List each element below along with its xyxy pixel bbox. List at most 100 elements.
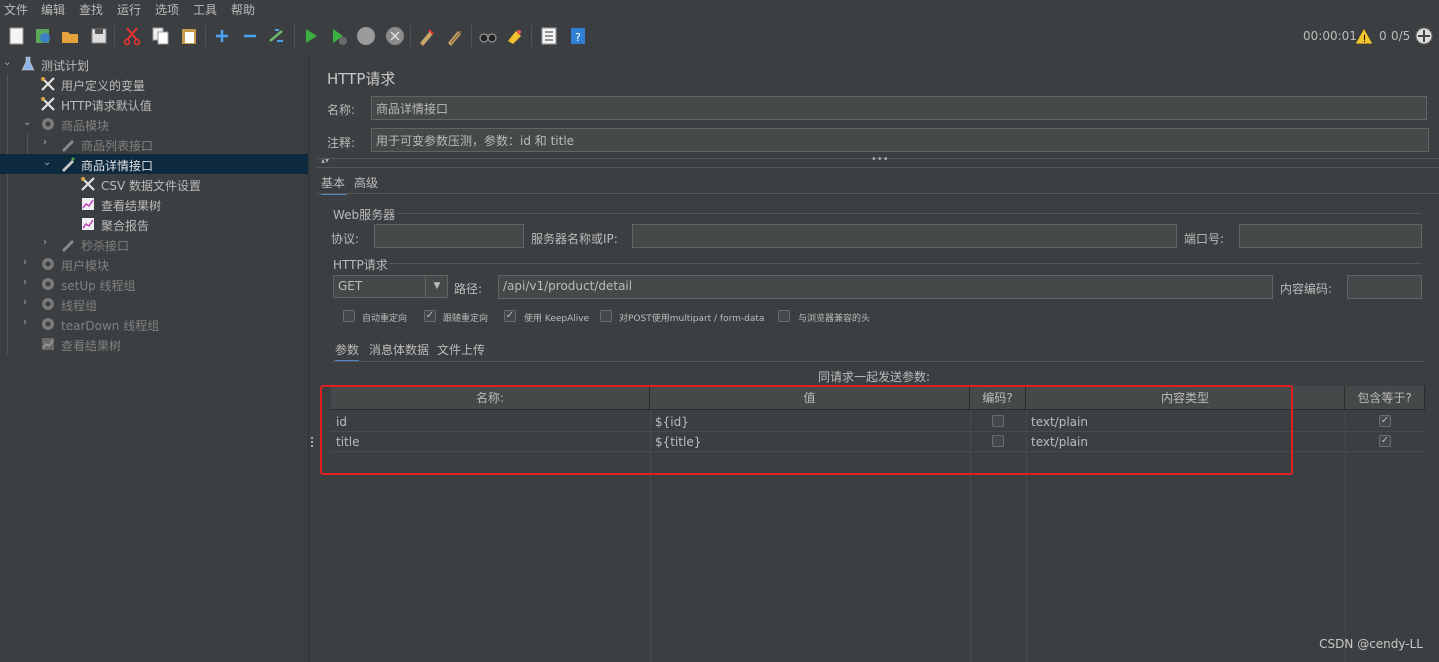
- column-header-value[interactable]: 值: [650, 386, 970, 410]
- tree-node-csv-config[interactable]: CSV 数据文件设置: [0, 174, 308, 194]
- warning-icon[interactable]: !: [1354, 26, 1374, 46]
- chevron-down-icon[interactable]: ⌄: [3, 58, 13, 68]
- menu-options[interactable]: 选项: [155, 1, 179, 18]
- encode-checkbox[interactable]: [992, 415, 1004, 427]
- collapse-bar[interactable]: ▴▾ •••: [317, 154, 1439, 168]
- table-cell-content-type[interactable]: text/plain: [1026, 432, 1345, 452]
- chevron-down-icon[interactable]: ▼: [425, 276, 448, 297]
- keepalive-checkbox[interactable]: ✓: [504, 310, 516, 322]
- table-cell-content-type[interactable]: text/plain: [1026, 412, 1345, 432]
- tab-advanced[interactable]: 高级: [354, 174, 378, 191]
- tree-node-thread-group[interactable]: › 线程组: [0, 294, 308, 314]
- table-cell-value[interactable]: ${id}: [650, 412, 970, 432]
- chevron-right-icon[interactable]: ›: [23, 278, 33, 288]
- column-header-content-type[interactable]: 内容类型: [1026, 386, 1345, 410]
- tree-node-product-module[interactable]: ⌄ 商品模块: [0, 114, 308, 134]
- shutdown-icon[interactable]: [385, 26, 405, 46]
- tree-node-user-module[interactable]: › 用户模块: [0, 254, 308, 274]
- tree-node-view-results-tree[interactable]: 查看结果树: [0, 194, 308, 214]
- help-icon[interactable]: ?: [568, 26, 588, 46]
- menu-edit[interactable]: 编辑: [41, 1, 65, 18]
- copy-icon[interactable]: [151, 26, 171, 46]
- subtab-parameters[interactable]: 参数: [335, 341, 360, 362]
- tree-node-product-list-api[interactable]: › 商品列表接口: [0, 134, 308, 154]
- encoding-input[interactable]: [1347, 275, 1422, 299]
- clear-icon[interactable]: [417, 26, 437, 46]
- start-icon[interactable]: [301, 26, 321, 46]
- tree-node-aggregate-report[interactable]: 聚合报告: [0, 214, 308, 234]
- search-icon[interactable]: [478, 26, 498, 46]
- tree-node-test-plan[interactable]: ⌄ 测试计划: [0, 54, 308, 74]
- remove-icon[interactable]: [240, 26, 260, 46]
- drag-handle-icon[interactable]: •••: [871, 154, 889, 165]
- collapse-arrows-icon[interactable]: ▴▾: [321, 156, 329, 165]
- method-value: GET: [338, 279, 363, 293]
- tree-node-view-results-tree-disabled[interactable]: 查看结果树: [0, 334, 308, 354]
- chevron-right-icon[interactable]: ›: [43, 238, 53, 248]
- stop-icon[interactable]: [356, 26, 376, 46]
- browser-headers-checkbox[interactable]: [778, 310, 790, 322]
- subtab-files-upload[interactable]: 文件上传: [437, 341, 485, 358]
- protocol-input[interactable]: [374, 224, 524, 248]
- tree-label: HTTP请求默认值: [61, 99, 152, 113]
- warning-count: 0: [1379, 29, 1387, 43]
- table-cell-name[interactable]: title: [331, 432, 650, 452]
- keepalive-label: 使用 KeepAlive: [524, 314, 590, 324]
- remote-status-icon[interactable]: [1414, 26, 1434, 46]
- tree-node-http-defaults[interactable]: HTTP请求默认值: [0, 94, 308, 114]
- table-cell-value[interactable]: ${title}: [650, 432, 970, 452]
- toolbar-separator: [114, 25, 115, 47]
- column-header-name[interactable]: 名称:: [331, 386, 650, 410]
- save-icon[interactable]: [89, 26, 109, 46]
- tree-node-product-detail-api[interactable]: ⌄ 商品详情接口: [0, 154, 308, 174]
- tree-node-flash-sale-api[interactable]: › 秒杀接口: [0, 234, 308, 254]
- server-input[interactable]: [632, 224, 1177, 248]
- include-equals-checkbox[interactable]: ✓: [1379, 415, 1391, 427]
- cut-icon[interactable]: [122, 26, 142, 46]
- tree-node-teardown-thread-group[interactable]: › tearDown 线程组: [0, 314, 308, 334]
- tree-node-user-variables[interactable]: 用户定义的变量: [0, 74, 308, 94]
- column-header-encode[interactable]: 编码?: [970, 386, 1026, 410]
- grip-dot: [311, 445, 313, 447]
- params-caption: 同请求一起发送参数:: [818, 370, 931, 384]
- port-input[interactable]: [1239, 224, 1422, 248]
- table-cell-name[interactable]: id: [331, 412, 650, 432]
- clear-all-icon[interactable]: [445, 26, 465, 46]
- menu-run[interactable]: 运行: [117, 1, 141, 18]
- toggle-icon[interactable]: [267, 26, 287, 46]
- chevron-right-icon[interactable]: ›: [23, 258, 33, 268]
- http-request-panel: HTTP请求 名称: 商品详情接口 注释: 用于可变参数压测，参数：id 和 t…: [317, 54, 1439, 662]
- menu-help[interactable]: 帮助: [231, 1, 255, 18]
- test-plan-tree: ⌄ 测试计划 用户定义的变量 HTTP请求默认值 ⌄ 商品模块 › 商品列表接口…: [0, 54, 308, 662]
- toolbar-separator: [410, 25, 411, 47]
- reset-search-icon[interactable]: [505, 26, 525, 46]
- tab-basic[interactable]: 基本: [321, 174, 348, 195]
- name-input[interactable]: 商品详情接口: [371, 96, 1427, 120]
- paste-icon[interactable]: [179, 26, 199, 46]
- chevron-right-icon[interactable]: ›: [23, 318, 33, 328]
- include-equals-checkbox[interactable]: ✓: [1379, 435, 1391, 447]
- path-input[interactable]: /api/v1/product/detail: [498, 275, 1273, 299]
- new-icon[interactable]: [7, 26, 27, 46]
- encode-checkbox[interactable]: [992, 435, 1004, 447]
- tree-node-setup-thread-group[interactable]: › setUp 线程组: [0, 274, 308, 294]
- tree-label: 商品列表接口: [81, 139, 154, 153]
- multipart-checkbox[interactable]: [600, 310, 612, 322]
- add-icon[interactable]: [212, 26, 232, 46]
- menu-file[interactable]: 文件: [4, 1, 28, 18]
- auto-redirect-checkbox[interactable]: [343, 310, 355, 322]
- menu-search[interactable]: 查找: [79, 1, 103, 18]
- chevron-down-icon[interactable]: ⌄: [23, 118, 33, 128]
- start-no-pause-icon[interactable]: [329, 26, 349, 46]
- column-header-include-equals[interactable]: 包含等于?: [1345, 386, 1425, 410]
- templates-icon[interactable]: [33, 26, 53, 46]
- comment-input[interactable]: 用于可变参数压测，参数：id 和 title: [371, 128, 1429, 152]
- chevron-down-icon[interactable]: ⌄: [43, 158, 53, 168]
- subtab-body-data[interactable]: 消息体数据: [369, 341, 429, 358]
- follow-redirect-checkbox[interactable]: ✓: [424, 310, 436, 322]
- chevron-right-icon[interactable]: ›: [43, 138, 53, 148]
- menu-tools[interactable]: 工具: [193, 1, 217, 18]
- open-icon[interactable]: [60, 26, 80, 46]
- function-helper-icon[interactable]: [539, 26, 559, 46]
- chevron-right-icon[interactable]: ›: [23, 298, 33, 308]
